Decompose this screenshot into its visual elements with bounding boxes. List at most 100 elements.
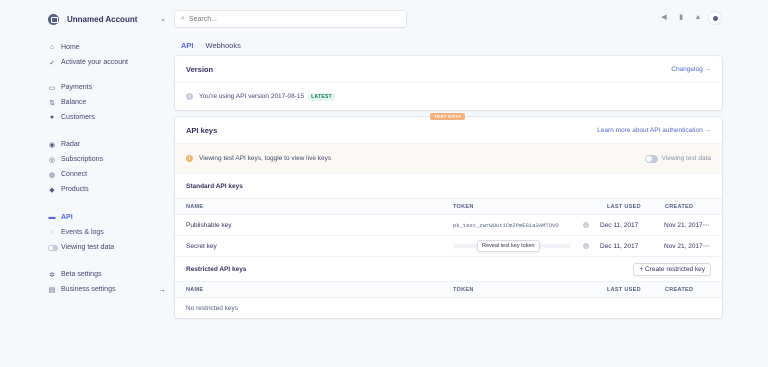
api-keys-card: TEST DATA API keys Learn more about API …: [175, 113, 722, 318]
connect-icon: ◍: [48, 171, 56, 179]
key-created: Nov 21, 2017: [664, 221, 703, 229]
nav-group-main: ⌂ Home ✓ Activate your account: [48, 40, 166, 70]
key-name: Secret key: [186, 242, 217, 250]
table-row-secret-key: Secret key Reveal test key token i Dec 1…: [175, 236, 722, 257]
more-options-icon[interactable]: ···: [703, 222, 710, 229]
learn-more-link[interactable]: Learn more about API authentication →: [597, 127, 711, 134]
box-icon: ◆: [49, 186, 55, 194]
more-options-icon[interactable]: ···: [703, 243, 710, 250]
sidebar-item-home[interactable]: ⌂ Home: [48, 40, 166, 55]
tab-api[interactable]: API: [181, 41, 194, 50]
sidebar-item-activate[interactable]: ✓ Activate your account: [48, 55, 166, 70]
version-card: Version Changelog → i You're using API v…: [175, 56, 722, 110]
nav-group-developers: ▬ API ◌ Events & logs Viewing test data: [48, 210, 166, 255]
sidebar-item-api[interactable]: ▬ API: [48, 210, 166, 225]
sidebar-item-label: API: [61, 214, 73, 221]
card-icon: ▭: [48, 84, 56, 92]
sidebar-item-payments[interactable]: ▭ Payments: [48, 80, 166, 95]
create-restricted-key-button[interactable]: + Create restricted key: [633, 262, 711, 276]
key-last-used: Dec 11, 2017: [600, 221, 639, 229]
viewing-test-data-toggle[interactable]: Viewing test data: [644, 154, 711, 163]
user-icon: ●: [49, 114, 55, 121]
sidebar-item-beta-settings[interactable]: ✲ Beta settings: [48, 267, 166, 282]
bell-icon[interactable]: ▲: [694, 13, 702, 21]
sidebar-item-label: Products: [61, 186, 89, 193]
test-data-tag: TEST DATA: [430, 113, 466, 120]
search-icon: ⌕: [181, 15, 185, 22]
arrow-right-icon: →: [158, 285, 166, 294]
table-row-publishable-key: Publishable key pk_test_zwrWUut1CmIPmEG1…: [175, 215, 722, 236]
sidebar-item-radar[interactable]: ◉ Radar: [48, 137, 166, 152]
test-data-toggle-icon: [48, 244, 58, 251]
restricted-keys-section: Restricted API keys + Create restricted …: [175, 257, 722, 282]
sidebar-item-label: Subscriptions: [61, 156, 104, 163]
radar-icon: ◉: [48, 141, 56, 149]
api-icon: ▬: [48, 214, 56, 221]
latest-badge: LATEST: [308, 92, 335, 101]
col-name: NAME: [186, 286, 204, 293]
test-keys-warning: i Viewing test API keys, toggle to view …: [175, 144, 722, 174]
version-title: Version: [186, 64, 214, 74]
col-last-used: LAST USED: [607, 286, 641, 293]
book-icon[interactable]: ▮: [677, 13, 685, 21]
sidebar-item-label: Balance: [61, 99, 87, 106]
changelog-link[interactable]: Changelog →: [671, 66, 711, 73]
warning-text: Viewing test API keys, toggle to view li…: [199, 155, 332, 162]
info-icon[interactable]: i: [583, 222, 589, 228]
reveal-key-button[interactable]: Reveal test key token: [477, 240, 540, 252]
key-created: Nov 21, 2017: [664, 242, 703, 250]
sidebar-item-events-logs[interactable]: ◌ Events & logs: [48, 225, 166, 240]
restricted-keys-header-row: NAME TOKEN LAST USED CREATED: [175, 282, 722, 298]
balance-icon: ⇅: [49, 99, 55, 107]
sidebar-item-label: Activate your account: [61, 59, 128, 66]
account-switcher[interactable]: Unnamed Account ⌄: [48, 11, 166, 27]
sidebar-item-balance[interactable]: ⇅ Balance: [48, 95, 166, 110]
col-created: CREATED: [665, 203, 694, 210]
version-card-header: Version Changelog →: [175, 56, 722, 83]
col-token: TOKEN: [453, 203, 474, 210]
key-name: Publishable key: [186, 221, 232, 229]
home-icon: ⌂: [49, 44, 55, 51]
key-last-used: Dec 11, 2017: [600, 242, 639, 250]
subscriptions-icon: ◎: [48, 156, 56, 164]
api-keys-header: API keys Learn more about API authentica…: [175, 117, 722, 144]
version-info-row: i You're using API version 2017-08-15 LA…: [175, 83, 722, 110]
sidebar-item-products[interactable]: ◆ Products: [48, 182, 166, 197]
sidebar-item-label: Beta settings: [61, 271, 102, 278]
megaphone-icon[interactable]: ◀: [660, 13, 668, 21]
info-icon[interactable]: i: [583, 243, 589, 249]
gear-icon: ✲: [49, 271, 55, 279]
nav-group-settings: ✲ Beta settings ▤ Business settings →: [48, 267, 166, 297]
col-token: TOKEN: [453, 286, 474, 293]
sidebar-item-subscriptions[interactable]: ◎ Subscriptions: [48, 152, 166, 167]
tab-webhooks[interactable]: Webhooks: [206, 41, 241, 50]
sidebar-item-viewing-test-data[interactable]: Viewing test data: [48, 240, 166, 255]
search-input[interactable]: [188, 15, 389, 23]
sidebar-item-label: Business settings: [61, 286, 116, 293]
restricted-keys-title: Restricted API keys: [186, 265, 247, 273]
key-token[interactable]: pk_test_zwrWUut1CmIPmEG1a3AMTOVO: [453, 222, 559, 229]
sidebar-item-label: Customers: [61, 114, 95, 121]
sidebar-item-label: Radar: [61, 141, 81, 148]
sidebar-item-business-settings[interactable]: ▤ Business settings →: [48, 282, 166, 297]
avatar[interactable]: [709, 12, 721, 24]
api-keys-title: API keys: [186, 125, 218, 135]
sidebar-item-connect[interactable]: ◍ Connect: [48, 167, 166, 182]
toggle-label: Viewing test data: [661, 155, 711, 162]
standard-keys-title: Standard API keys: [175, 174, 722, 199]
sidebar-item-label: Events & logs: [61, 229, 104, 236]
col-last-used: LAST USED: [607, 203, 641, 210]
events-icon: ◌: [49, 229, 55, 236]
info-icon: i: [186, 93, 193, 100]
check-icon: ✓: [49, 59, 55, 67]
sidebar-item-customers[interactable]: ● Customers: [48, 110, 166, 125]
account-icon: [48, 13, 59, 25]
nav-group-products: ◉ Radar ◎ Subscriptions ◍ Connect ◆ Prod…: [48, 137, 166, 197]
search-bar[interactable]: ⌕: [175, 11, 406, 27]
col-name: NAME: [186, 203, 204, 210]
top-icons: ◀ ▮ ▲: [660, 13, 702, 22]
standard-keys-header-row: NAME TOKEN LAST USED CREATED: [175, 199, 722, 215]
account-name: Unnamed Account: [67, 14, 138, 24]
sidebar-item-label: Home: [61, 44, 80, 51]
version-info-text: You're using API version 2017-08-15: [199, 93, 305, 100]
